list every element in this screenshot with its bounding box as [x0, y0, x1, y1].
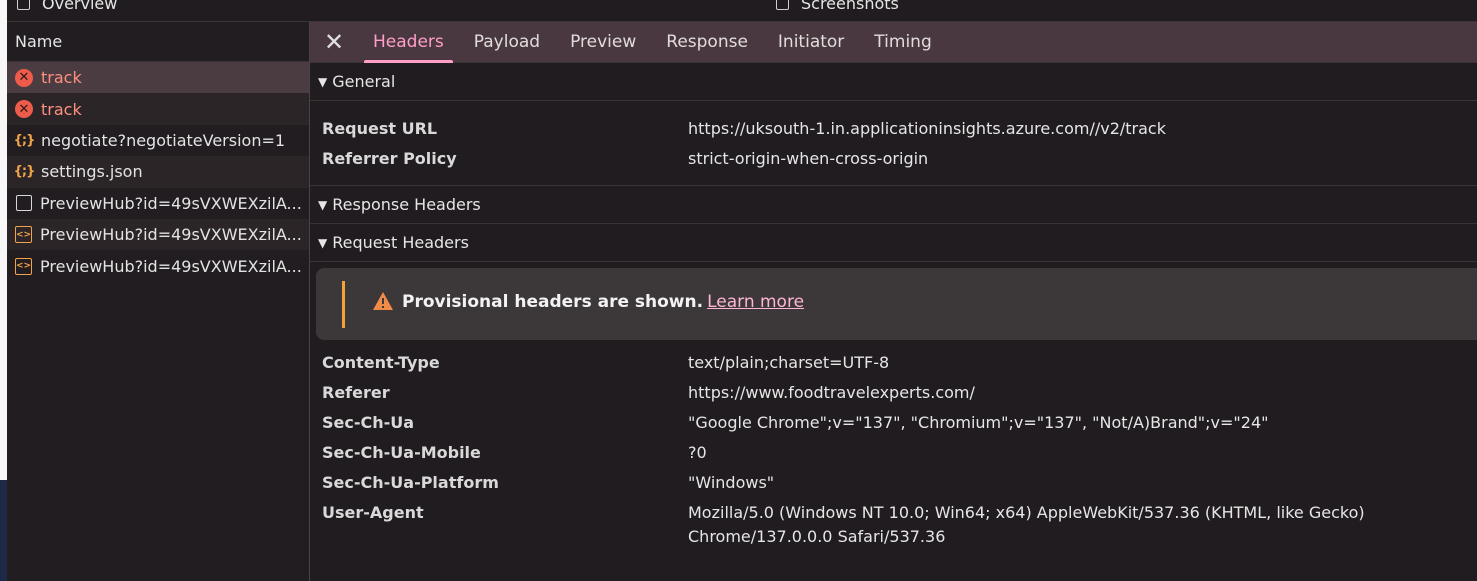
request-row[interactable]: ✕ track	[7, 93, 309, 125]
websocket-icon: <>	[15, 257, 32, 275]
request-name: PreviewHub?id=49sVXWEXzilA...	[40, 256, 302, 276]
header-row: Content-Type text/plain;charset=UTF-8	[310, 348, 1477, 378]
tabs-container: Headers Payload Preview Response Initiator Ti…	[358, 22, 947, 63]
overview-checkbox-label: Overview	[42, 0, 118, 13]
request-row[interactable]: {;} settings.json	[7, 156, 309, 188]
header-value: text/plain;charset=UTF-8	[688, 353, 890, 372]
screenshots-checkbox-label: Screenshots	[801, 0, 899, 13]
warning-text: Provisional headers are shown. Learn more	[402, 292, 804, 312]
request-row[interactable]: PreviewHub?id=49sVXWEXzilA...	[7, 188, 309, 219]
details-tab-bar: ✕ Headers Payload Preview Response Initiator…	[310, 22, 1477, 63]
json-icon: {;}	[13, 164, 36, 180]
warning-message: Provisional headers are shown.	[402, 292, 704, 312]
header-value: "Google Chrome";v="137", "Chromium";v="1…	[688, 413, 1269, 432]
tab-preview[interactable]: Preview	[555, 22, 651, 63]
header-row: Sec-Ch-Ua-Platform "Windows"	[310, 468, 1477, 498]
header-row: Referer https://www.foodtravelexperts.com…	[310, 378, 1477, 408]
provisional-headers-warning: Provisional headers are shown. Learn more	[316, 268, 1477, 340]
error-icon: ✕	[15, 100, 33, 119]
header-key: Referrer Policy	[322, 149, 457, 168]
general-section-title: General	[332, 72, 396, 91]
request-details-panel: ✕ Headers Payload Preview Response Initiator…	[310, 22, 1477, 581]
triangle-down-icon: ▼	[318, 197, 328, 212]
overview-checkbox-row[interactable]: Overview	[17, 0, 117, 13]
websocket-icon: <>	[15, 226, 32, 244]
request-name: PreviewHub?id=49sVXWEXzilA...	[40, 193, 302, 213]
warning-icon	[373, 292, 393, 310]
header-value: https://www.foodtravelexperts.com/	[688, 383, 975, 402]
request-list: ✕ track ✕ track {;} negotiate?negotiateVersio…	[7, 62, 309, 282]
header-key: Sec-Ch-Ua-Mobile	[322, 443, 481, 462]
tab-response[interactable]: Response	[651, 22, 763, 63]
request-headers-title: Request Headers	[332, 233, 469, 252]
header-key: Content-Type	[322, 353, 440, 372]
overview-checkbox[interactable]	[17, 0, 30, 10]
request-name: track	[41, 68, 82, 88]
screenshots-checkbox[interactable]	[776, 0, 789, 10]
json-icon: {;}	[13, 132, 36, 148]
document-icon	[16, 195, 32, 212]
request-headers-section-header[interactable]: ▼ Request Headers	[310, 224, 1477, 262]
request-row[interactable]: ✕ track	[7, 62, 309, 94]
header-value: Mozilla/5.0 (Windows NT 10.0; Win64; x64…	[688, 503, 1365, 546]
header-row: Referrer Policy strict-origin-when-cross-…	[310, 144, 1477, 174]
tab-timing[interactable]: Timing	[859, 22, 946, 63]
header-key: User-Agent	[322, 503, 424, 522]
tab-headers[interactable]: Headers	[358, 22, 459, 63]
header-row: Sec-Ch-Ua "Google Chrome";v="137", "Chrom…	[310, 408, 1477, 438]
screenshots-checkbox-row[interactable]: Screenshots	[776, 0, 899, 13]
header-row: Sec-Ch-Ua-Mobile ?0	[310, 438, 1477, 468]
header-key: Sec-Ch-Ua-Platform	[322, 473, 499, 492]
header-row: User-Agent Mozilla/5.0 (Windows NT 10.0; …	[310, 498, 1477, 549]
header-value: ?0	[688, 443, 707, 462]
top-options-bar: Overview Screenshots	[7, 0, 1477, 21]
request-name: negotiate?negotiateVersion=1	[41, 130, 286, 150]
header-key: Referer	[322, 383, 390, 402]
request-name: settings.json	[41, 162, 143, 182]
header-value: https://uksouth-1.in.applicationinsights…	[688, 119, 1166, 138]
warning-accent-bar	[342, 281, 345, 328]
general-section-body: Request URL https://uksouth-1.in.applicat…	[310, 101, 1477, 186]
name-column-label: Name	[15, 32, 63, 51]
request-row[interactable]: {;} negotiate?negotiateVersion=1	[7, 125, 309, 156]
header-value: strict-origin-when-cross-origin	[688, 149, 929, 168]
response-headers-section-header[interactable]: ▼ Response Headers	[310, 186, 1477, 224]
tab-payload[interactable]: Payload	[459, 22, 555, 63]
request-row[interactable]: <> PreviewHub?id=49sVXWEXzilA...	[7, 250, 309, 281]
close-icon[interactable]: ✕	[310, 28, 358, 56]
tab-initiator[interactable]: Initiator	[763, 22, 859, 63]
request-headers-body: Content-Type text/plain;charset=UTF-8 Refe…	[310, 340, 1477, 549]
name-column-header[interactable]: Name	[7, 22, 309, 62]
triangle-down-icon: ▼	[318, 74, 328, 89]
request-name: PreviewHub?id=49sVXWEXzilA...	[40, 225, 302, 245]
header-row: Request URL https://uksouth-1.in.applicat…	[310, 114, 1477, 144]
triangle-down-icon: ▼	[318, 235, 328, 250]
learn-more-link[interactable]: Learn more	[707, 292, 804, 312]
error-icon: ✕	[15, 68, 33, 87]
response-headers-title: Response Headers	[332, 195, 481, 214]
header-key: Request URL	[322, 119, 438, 138]
request-list-panel: Name ✕ track ✕ track {;} negotiate?negotiateV…	[7, 22, 309, 581]
header-value: "Windows"	[688, 473, 775, 492]
header-key: Sec-Ch-Ua	[322, 413, 415, 432]
general-section-header[interactable]: ▼ General	[310, 63, 1477, 101]
left-edge-strip-blue	[0, 480, 7, 581]
request-name: track	[41, 99, 82, 119]
request-row[interactable]: <> PreviewHub?id=49sVXWEXzilA...	[7, 218, 309, 251]
